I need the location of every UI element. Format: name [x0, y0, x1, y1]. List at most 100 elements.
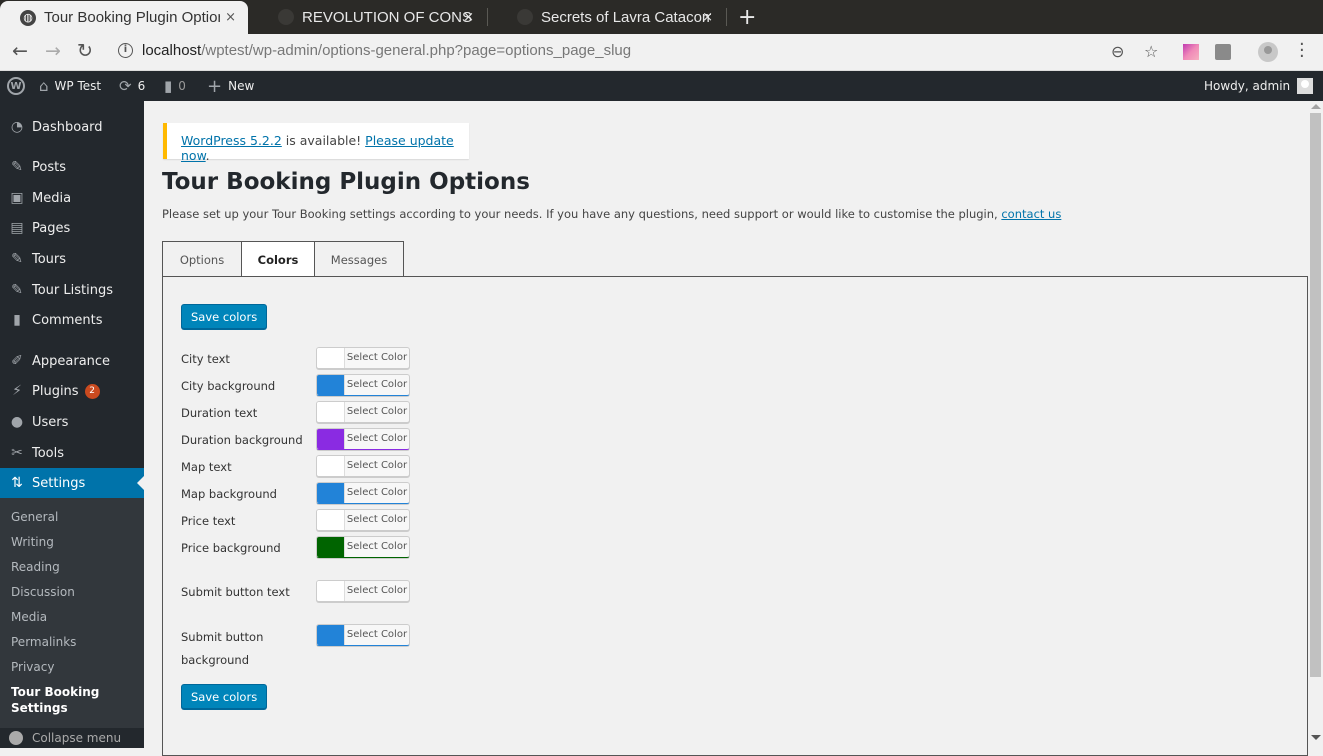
sidebar-item-label: Plugins [32, 383, 79, 399]
submenu-item-privacy[interactable]: Privacy [11, 660, 54, 674]
sidebar-item-appearance[interactable]: ✐ Appearance [0, 346, 144, 376]
submenu-item-tour-booking-settings[interactable]: Tour Booking Settings [11, 684, 99, 716]
sidebar-item-pages[interactable]: ▤ Pages [0, 213, 144, 243]
scroll-up-arrow-icon[interactable] [1311, 104, 1321, 109]
field-label-submit-button-background: Submit button background [181, 630, 263, 667]
tab-messages[interactable]: Messages [314, 241, 404, 277]
color-picker-city-text[interactable]: Select Color [316, 347, 410, 369]
color-picker-duration-background[interactable]: Select Color [316, 428, 410, 450]
sidebar-item-tools[interactable]: ✂ Tools [0, 438, 144, 468]
color-picker-map-text[interactable]: Select Color [316, 455, 410, 477]
color-swatch [317, 625, 345, 645]
star-icon[interactable]: ☆ [1144, 42, 1158, 61]
scroll-down-arrow-icon[interactable] [1311, 735, 1321, 740]
color-picker-duration-text[interactable]: Select Color [316, 401, 410, 423]
wp-logo-menu[interactable]: W [7, 71, 25, 101]
sidebar-item-dashboard[interactable]: ◔ Dashboard [0, 112, 144, 142]
zoom-icon[interactable]: ⊖ [1111, 42, 1124, 61]
color-swatch [317, 402, 345, 422]
close-tab-icon[interactable]: × [702, 10, 713, 25]
comments-link[interactable]: ▮ 0 [164, 71, 186, 101]
info-icon[interactable]: i [118, 43, 133, 58]
sidebar-item-comments[interactable]: ▮ Comments [0, 305, 144, 335]
field-label-price-text: Price text [181, 514, 236, 528]
page-title: Tour Booking Plugin Options [162, 169, 530, 195]
label-line1: Submit button [181, 630, 264, 644]
sidebar-item-label: Pages [32, 220, 71, 236]
submenu-item-media[interactable]: Media [11, 610, 47, 624]
comment-icon: ▮ [164, 77, 173, 95]
sidebar-item-settings[interactable]: ⇅ Settings [0, 468, 144, 498]
sidebar-item-label: Dashboard [32, 119, 103, 135]
browser-toolbar: ← → ↻ i localhost/wptest/wp-admin/option… [0, 34, 1323, 71]
howdy-text: Howdy, admin [1204, 79, 1291, 93]
updates-count: 6 [137, 79, 146, 93]
close-tab-icon[interactable]: × [225, 10, 236, 25]
select-color-label: Select Color [346, 487, 408, 498]
close-tab-icon[interactable]: × [463, 10, 474, 25]
home-icon: ⌂ [39, 77, 49, 95]
color-picker-price-text[interactable]: Select Color [316, 509, 410, 531]
label-line2: background [181, 653, 250, 667]
contact-us-link[interactable]: contact us [1001, 207, 1061, 221]
browser-menu-icon[interactable]: · · · [1299, 36, 1305, 66]
color-swatch [317, 375, 345, 395]
submenu-item-permalinks[interactable]: Permalinks [11, 635, 76, 649]
browser-tab-strip: ◍ Tour Booking Plugin Options × REVOLUTI… [0, 0, 1323, 34]
browser-tab-active[interactable]: ◍ Tour Booking Plugin Options × [0, 1, 248, 34]
extension-icon[interactable] [1183, 44, 1199, 60]
site-name-link[interactable]: ⌂ WP Test [39, 71, 101, 101]
extension-icon[interactable] [1215, 44, 1231, 60]
submenu-item-reading[interactable]: Reading [11, 560, 60, 574]
back-button[interactable]: ← [12, 40, 28, 62]
update-count-badge: 2 [84, 383, 100, 399]
user-icon: ● [10, 414, 24, 430]
select-color-label: Select Color [346, 352, 408, 363]
profile-avatar-icon[interactable] [1258, 42, 1278, 62]
color-swatch [317, 510, 345, 530]
paintbrush-icon: ✐ [11, 353, 23, 369]
color-swatch [317, 483, 345, 503]
sidebar-item-tour-listings[interactable]: ✎ Tour Listings [0, 275, 144, 305]
submenu-item-discussion[interactable]: Discussion [11, 585, 75, 599]
sidebar-item-label: Media [32, 190, 72, 206]
updates-link[interactable]: ⟳ 6 [119, 71, 145, 101]
submenu-item-general[interactable]: General [11, 510, 58, 524]
user-avatar-icon [1297, 78, 1314, 94]
my-account-menu[interactable]: Howdy, admin [1204, 71, 1314, 101]
color-picker-submit-button-background[interactable]: Select Color [316, 624, 410, 646]
address-bar[interactable]: i localhost/wptest/wp-admin/options-gene… [110, 37, 1170, 67]
scrollbar-thumb[interactable] [1310, 113, 1321, 677]
field-label-map-text: Map text [181, 460, 232, 474]
forward-button[interactable]: → [45, 40, 61, 62]
browser-tab[interactable]: REVOLUTION OF CONSCIOUSNESS × [258, 0, 486, 34]
collapse-menu-button[interactable]: Collapse menu [0, 728, 144, 748]
reload-button[interactable]: ↻ [77, 40, 93, 62]
sidebar-item-tours[interactable]: ✎ Tours [0, 244, 144, 274]
sidebar-item-users[interactable]: ● Users [0, 407, 144, 437]
color-picker-price-background[interactable]: Select Color [316, 536, 410, 558]
new-tab-button[interactable]: + [738, 5, 756, 30]
tab-options[interactable]: Options [162, 241, 242, 277]
update-notice: WordPress 5.2.2 is available! Please upd… [163, 123, 469, 163]
submenu-item-writing[interactable]: Writing [11, 535, 54, 549]
tab-colors[interactable]: Colors [241, 241, 315, 277]
url-text[interactable]: localhost/wptest/wp-admin/options-genera… [142, 42, 631, 59]
new-label: New [228, 79, 255, 93]
tab-title: REVOLUTION OF CONSCIOUSNESS [302, 8, 472, 26]
color-picker-city-background[interactable]: Select Color [316, 374, 410, 396]
sidebar-item-label: Comments [32, 312, 103, 328]
settings-submenu: General Writing Reading Discussion Media… [0, 498, 144, 728]
sidebar-item-plugins[interactable]: ⚡ Plugins 2 [0, 376, 144, 406]
new-content-link[interactable]: + New [207, 71, 254, 101]
color-picker-submit-button-text[interactable]: Select Color [316, 580, 410, 602]
color-picker-map-background[interactable]: Select Color [316, 482, 410, 504]
sidebar-item-posts[interactable]: ✎ Posts [0, 152, 144, 182]
save-colors-button-top[interactable]: Save colors [181, 304, 268, 329]
save-colors-button-bottom[interactable]: Save colors [181, 684, 268, 709]
wordpress-version-link[interactable]: WordPress 5.2.2 [181, 133, 282, 148]
url-host: localhost [142, 42, 202, 59]
tab-title: Tour Booking Plugin Options [44, 9, 220, 26]
browser-tab[interactable]: Secrets of Lavra Catacombs × [497, 0, 725, 34]
sidebar-item-media[interactable]: ▣ Media [0, 183, 144, 213]
